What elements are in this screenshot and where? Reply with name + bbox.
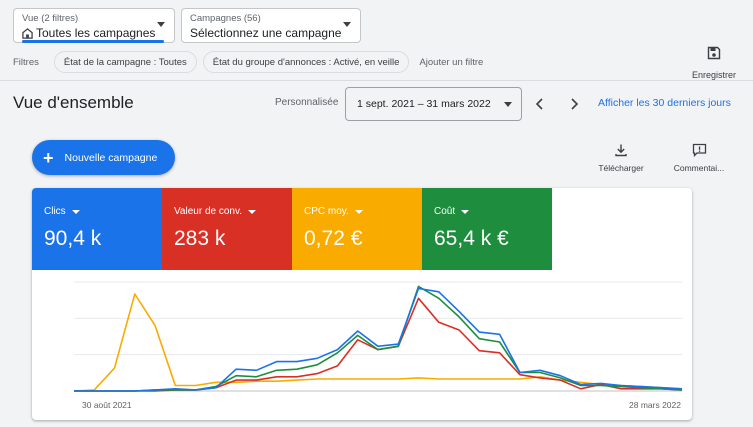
download-icon xyxy=(615,144,627,157)
download-label: Télécharger xyxy=(598,163,644,173)
caret-down-icon xyxy=(461,209,470,214)
campaign-selector-label: Campagnes (56) xyxy=(190,13,261,24)
x-axis-start-label: 30 août 2021 xyxy=(82,400,132,410)
save-icon xyxy=(707,46,721,60)
chevron-down-icon xyxy=(157,22,165,27)
caret-down-icon xyxy=(71,209,80,214)
plus-icon: + xyxy=(43,147,54,168)
filters-bar: Filtres État de la campagne : Toutes Éta… xyxy=(13,50,753,74)
metric-value: 90,4 k xyxy=(44,227,102,250)
series-line-cpc-moy- xyxy=(73,293,683,392)
filter-chip-campaign-status[interactable]: État de la campagne : Toutes xyxy=(53,51,197,73)
chevron-right-icon[interactable] xyxy=(565,95,583,113)
filter-chip-adgroup-status[interactable]: État du groupe d'annonces : Activé, en v… xyxy=(202,51,410,73)
add-filter-button[interactable]: Ajouter un filtre xyxy=(419,57,483,68)
caret-down-icon xyxy=(248,209,257,214)
metric-label: Coût xyxy=(434,206,456,217)
chevron-left-icon[interactable] xyxy=(531,95,549,113)
date-range-value: 1 sept. 2021 – 31 mars 2022 xyxy=(357,98,491,110)
comment-icon xyxy=(692,143,706,157)
new-campaign-label: Nouvelle campagne xyxy=(64,151,158,164)
download-button[interactable]: Télécharger xyxy=(594,143,648,173)
metric-tile-avg-cpc[interactable]: CPC moy. 0,72 € xyxy=(292,188,422,270)
metric-value: 0,72 € xyxy=(304,227,363,250)
new-campaign-button[interactable]: + Nouvelle campagne xyxy=(32,140,175,175)
filters-label: Filtres xyxy=(13,56,39,68)
metric-label: Clics xyxy=(44,206,66,217)
series-line-co-t xyxy=(74,285,683,392)
chevron-down-icon xyxy=(343,22,351,27)
performance-card: Clics 90,4 k Valeur de conv. 283 k CPC m… xyxy=(32,188,692,420)
series-line-valeur-de-conv- xyxy=(74,297,683,392)
metric-value: 65,4 k € xyxy=(434,227,509,250)
campaign-selector-value: Sélectionnez une campagne xyxy=(190,26,342,40)
view-selector-value: Toutes les campagnes xyxy=(36,26,156,40)
page-title: Vue d'ensemble xyxy=(13,93,134,112)
save-label: Enregistrer xyxy=(691,70,736,80)
caret-down-icon xyxy=(354,209,363,214)
view-selector-label: Vue (2 filtres) xyxy=(22,13,79,24)
custom-range-label: Personnalisée xyxy=(275,97,339,108)
metric-tile-clicks[interactable]: Clics 90,4 k xyxy=(32,188,162,270)
metric-label: Valeur de conv. xyxy=(174,206,243,217)
view-selector[interactable]: Vue (2 filtres) Toutes les campagnes xyxy=(13,8,175,43)
divider xyxy=(0,80,753,81)
date-range-picker[interactable]: 1 sept. 2021 – 31 mars 2022 xyxy=(345,87,522,121)
active-underline xyxy=(22,40,164,43)
store-icon xyxy=(22,28,33,39)
comment-label: Commentai... xyxy=(673,163,725,173)
metric-tile-cost[interactable]: Coût 65,4 k € xyxy=(422,188,552,270)
comment-button[interactable]: Commentai... xyxy=(671,143,727,173)
campaign-selector[interactable]: Campagnes (56) Sélectionnez une campagne xyxy=(181,8,361,43)
metric-tile-conv-value[interactable]: Valeur de conv. 283 k xyxy=(162,188,292,270)
chevron-down-icon xyxy=(504,102,512,107)
performance-chart xyxy=(73,281,683,392)
x-axis-end-label: 28 mars 2022 xyxy=(629,400,681,410)
series-line-clics xyxy=(74,287,683,392)
metric-value: 283 k xyxy=(174,227,226,250)
save-button[interactable]: Enregistrer xyxy=(689,46,739,83)
last-30-days-link[interactable]: Afficher les 30 derniers jours xyxy=(598,97,731,109)
metric-label: CPC moy. xyxy=(304,206,349,217)
